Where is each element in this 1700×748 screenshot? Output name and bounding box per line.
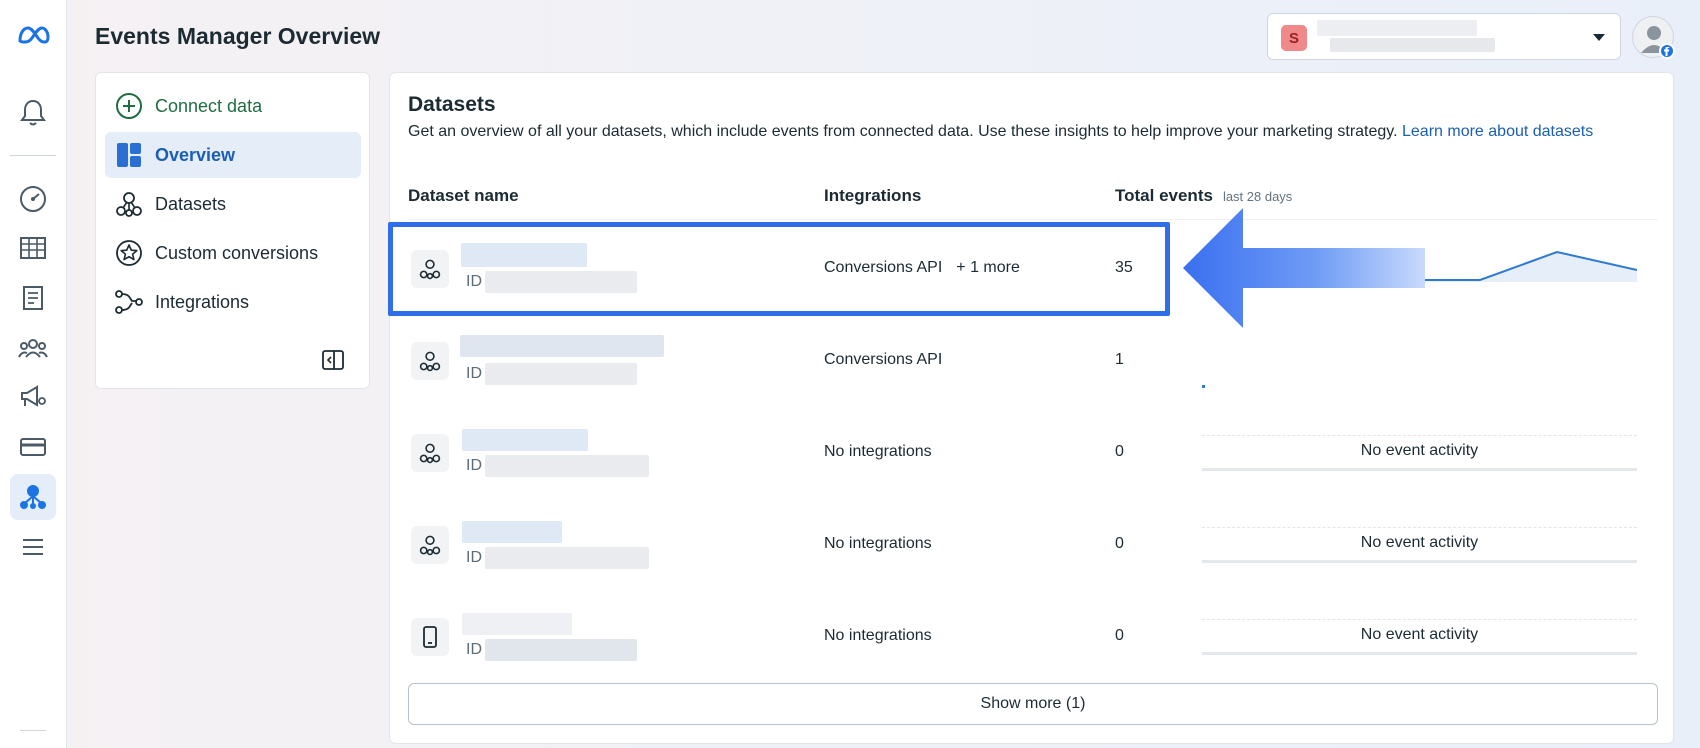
header-divider	[408, 219, 1658, 220]
table-row[interactable]: ID No integrations 0 No event activity	[390, 591, 1675, 683]
collapse-panel-icon	[322, 350, 344, 370]
integrations-cell: Conversions API	[824, 351, 942, 369]
dataset-id-redacted	[485, 455, 649, 477]
sidebar-item-label: Custom conversions	[155, 242, 319, 263]
activity-baseline	[1202, 560, 1637, 563]
datasets-title: Datasets	[408, 93, 496, 116]
table-grid-icon[interactable]	[10, 225, 56, 271]
dataset-id-label: ID	[466, 365, 482, 382]
dataset-name-redacted	[462, 521, 562, 543]
sidebar-item-datasets[interactable]: Datasets	[105, 181, 361, 227]
account-name-redacted	[1317, 20, 1477, 36]
datasets-description: Get an overview of all your datasets, wh…	[408, 120, 1618, 144]
total-events-value: 0	[1115, 443, 1124, 460]
dataset-nodes-icon	[411, 526, 449, 564]
highlight-box	[388, 222, 1170, 316]
integration-name: Conversions API	[824, 351, 943, 368]
star-circle-icon	[114, 238, 144, 268]
no-activity-placeholder: No event activity	[1202, 435, 1637, 471]
total-events-value: 1	[1115, 351, 1124, 368]
mobile-phone-icon	[411, 618, 449, 656]
show-more-button[interactable]: Show more (1)	[408, 683, 1658, 725]
learn-more-link[interactable]: Learn more about datasets	[1402, 123, 1593, 140]
dataset-id-redacted	[485, 639, 637, 661]
account-selector[interactable]: S	[1267, 13, 1621, 60]
audience-people-icon[interactable]	[10, 325, 56, 371]
dataset-name-redacted	[462, 429, 588, 451]
collapse-sidebar-button[interactable]	[320, 347, 346, 373]
dataset-id-label: ID	[466, 549, 482, 566]
sidebar-item-label: Datasets	[155, 193, 227, 214]
pages-document-icon[interactable]	[10, 275, 56, 321]
column-header-dataset-name: Dataset name	[408, 186, 519, 205]
events-sparkline	[1422, 250, 1637, 282]
billing-card-icon[interactable]	[10, 424, 56, 470]
datasets-card: Datasets Get an overview of all your dat…	[389, 72, 1674, 744]
integration-name: No integrations	[824, 443, 932, 460]
integrations-cell: No integrations	[824, 443, 932, 461]
plus-circle-icon	[114, 91, 144, 121]
column-header-total-events: Total events last 28 days	[1115, 186, 1292, 206]
sidebar-item-label: Integrations	[155, 291, 250, 312]
dashboard-gauge-icon[interactable]	[10, 176, 56, 222]
integration-name: No integrations	[824, 627, 932, 644]
no-activity-placeholder: No event activity	[1202, 527, 1637, 563]
datasets-nodes-icon	[114, 189, 144, 219]
dataset-nodes-icon	[411, 434, 449, 472]
rail-divider	[10, 155, 56, 156]
dataset-id-redacted	[485, 363, 637, 385]
page-title: Events Manager Overview	[95, 23, 381, 49]
sidebar-item-integrations[interactable]: Integrations	[105, 279, 361, 325]
total-events-value: 0	[1115, 535, 1124, 552]
left-rail	[0, 0, 67, 748]
total-events-value: 0	[1115, 627, 1124, 644]
sidebar-card: Connect data Overview Datasets Custom co…	[95, 72, 370, 389]
total-events-label: Total events	[1115, 186, 1213, 205]
column-header-integrations: Integrations	[824, 186, 922, 205]
menu-hamburger-icon[interactable]	[10, 524, 56, 570]
dataset-name-redacted	[460, 335, 664, 357]
dataset-id-label: ID	[466, 641, 482, 658]
no-activity-label: No event activity	[1360, 626, 1479, 643]
activity-baseline	[1202, 652, 1637, 655]
no-activity-label: No event activity	[1360, 442, 1479, 459]
dataset-nodes-icon	[411, 342, 449, 380]
account-badge: S	[1281, 25, 1307, 51]
notifications-bell-icon[interactable]	[10, 89, 56, 135]
no-activity-placeholder: No event activity	[1202, 619, 1637, 655]
events-manager-icon[interactable]	[10, 474, 56, 520]
sidebar-item-label: Overview	[155, 144, 236, 165]
avatar[interactable]	[1632, 16, 1675, 59]
dataset-name-redacted	[462, 613, 572, 635]
total-events-period: last 28 days	[1222, 189, 1293, 204]
activity-baseline	[1202, 468, 1637, 471]
integration-name: No integrations	[824, 535, 932, 552]
pointer-arrow-icon	[1183, 208, 1425, 328]
account-id-redacted	[1330, 38, 1495, 52]
chevron-down-icon	[1593, 34, 1605, 41]
profile-user-icon	[1641, 26, 1675, 59]
integrations-cell: No integrations	[824, 627, 932, 645]
integrations-cell: No integrations	[824, 535, 932, 553]
table-row[interactable]: ID Conversions API 1	[390, 315, 1675, 407]
sidebar-item-connect-data[interactable]: Connect data	[105, 83, 361, 129]
no-activity-label: No event activity	[1360, 534, 1479, 551]
meta-logo-icon[interactable]	[10, 12, 56, 58]
dataset-id-redacted	[485, 547, 649, 569]
description-text: Get an overview of all your datasets, wh…	[408, 123, 1398, 140]
overview-layout-icon	[114, 140, 144, 170]
sidebar-item-custom-conversions[interactable]: Custom conversions	[105, 230, 361, 276]
sparkline-dot	[1202, 385, 1205, 388]
sidebar-item-overview[interactable]: Overview	[105, 132, 361, 178]
integrations-flow-icon	[114, 287, 144, 317]
rail-bottom-divider	[20, 730, 46, 731]
ads-megaphone-icon[interactable]	[10, 374, 56, 420]
sidebar-item-label: Connect data	[155, 95, 263, 116]
dataset-id-label: ID	[466, 457, 482, 474]
table-row[interactable]: ID No integrations 0 No event activity	[390, 407, 1675, 499]
table-row[interactable]: ID No integrations 0 No event activity	[390, 499, 1675, 591]
